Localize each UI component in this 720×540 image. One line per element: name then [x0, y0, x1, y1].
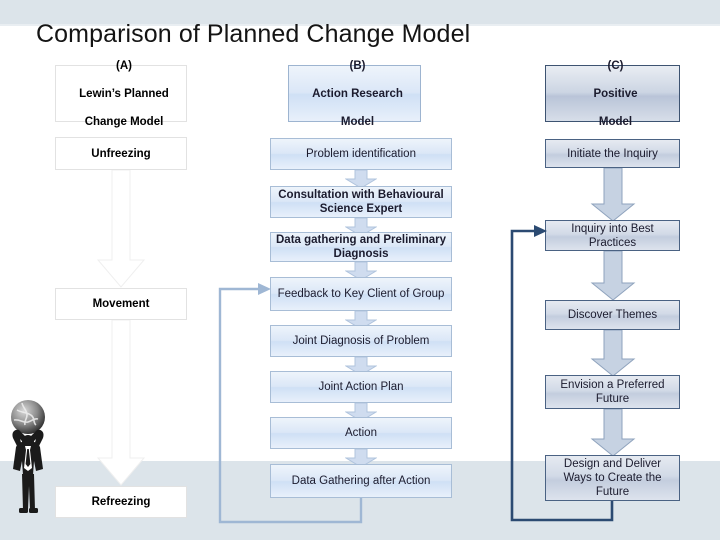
step-b-problem-identification-label: Problem identification	[306, 148, 416, 160]
step-b-joint-diagnosis: Joint Diagnosis of Problem	[270, 325, 452, 357]
step-a-movement-label: Movement	[92, 298, 150, 310]
step-b-action: Action	[270, 417, 452, 449]
column-a-header-line2: Change Model	[84, 115, 164, 128]
step-b-feedback-to-key-client: Feedback to Key Client of Group	[270, 277, 452, 311]
arrow-a-unfreezing-to-movement	[96, 170, 146, 288]
column-a-header-tag: (A)	[116, 59, 132, 72]
step-b-consultation: Consultation with Behavioural Science Ex…	[270, 186, 452, 218]
step-c-design-and-deliver: Design and Deliver Ways to Create the Fu…	[545, 455, 680, 501]
step-a-movement: Movement	[55, 288, 187, 320]
step-c-initiate-the-inquiry-label: Initiate the Inquiry	[567, 147, 658, 160]
step-a-refreezing-label: Refreezing	[91, 496, 151, 508]
arrow-c-1	[590, 168, 636, 222]
column-c-header-tag: (C)	[607, 59, 624, 72]
column-c-header-line1: Positive	[593, 87, 638, 100]
slide-canvas: Comparison of Planned Change Model (A) L…	[0, 0, 720, 540]
column-b-header-line1: Action Research	[312, 87, 403, 100]
column-b-header-tag: (B)	[349, 59, 366, 72]
column-c-header-line2: Model	[598, 115, 633, 128]
step-b-joint-action-plan: Joint Action Plan	[270, 371, 452, 403]
step-b-data-gathering-preliminary-label: Data gathering and Preliminary Diagnosis	[276, 234, 446, 260]
arrow-c-4	[590, 409, 636, 457]
step-c-initiate-the-inquiry: Initiate the Inquiry	[545, 139, 680, 168]
step-b-data-gathering-after-action-label: Data Gathering after Action	[291, 475, 431, 487]
column-a-header-line1: Lewin’s Planned	[79, 87, 169, 100]
arrow-a-movement-to-refreezing	[96, 320, 146, 486]
step-c-design-and-deliver-label: Design and Deliver Ways to Create the Fu…	[563, 458, 662, 498]
step-a-unfreezing: Unfreezing	[55, 137, 187, 170]
step-b-joint-diagnosis-label: Joint Diagnosis of Problem	[292, 335, 430, 347]
column-a-header: (A) Lewin’s Planned Change Model	[55, 60, 187, 128]
step-b-joint-action-plan-label: Joint Action Plan	[318, 381, 404, 393]
page-title: Comparison of Planned Change Model	[36, 20, 471, 48]
step-b-feedback-to-key-client-label: Feedback to Key Client of Group	[277, 288, 445, 300]
step-b-data-gathering-preliminary: Data gathering and Preliminary Diagnosis	[270, 232, 452, 262]
step-c-inquiry-into-best-practices-label: Inquiry into Best Practices	[571, 222, 654, 249]
arrow-c-3	[590, 330, 636, 377]
step-c-envision-preferred-future-label: Envision a Preferred Future	[560, 379, 665, 405]
column-b-header-line2: Model	[340, 115, 375, 128]
step-c-envision-preferred-future: Envision a Preferred Future	[545, 375, 680, 409]
step-b-consultation-label: Consultation with Behavioural Science Ex…	[278, 189, 444, 215]
step-a-refreezing: Refreezing	[55, 486, 187, 518]
column-c-header: (C) Positive Model	[545, 60, 680, 128]
step-c-discover-themes: Discover Themes	[545, 300, 680, 330]
column-b-header: (B) Action Research Model	[288, 60, 421, 128]
person-holding-globe-icon	[4, 398, 52, 516]
step-b-data-gathering-after-action: Data Gathering after Action	[270, 464, 452, 498]
step-c-discover-themes-label: Discover Themes	[567, 309, 658, 321]
step-b-problem-identification: Problem identification	[270, 138, 452, 170]
step-b-action-label: Action	[345, 427, 377, 439]
step-c-inquiry-into-best-practices: Inquiry into Best Practices	[545, 220, 680, 251]
arrow-c-2	[590, 251, 636, 301]
step-a-unfreezing-label: Unfreezing	[91, 147, 151, 160]
